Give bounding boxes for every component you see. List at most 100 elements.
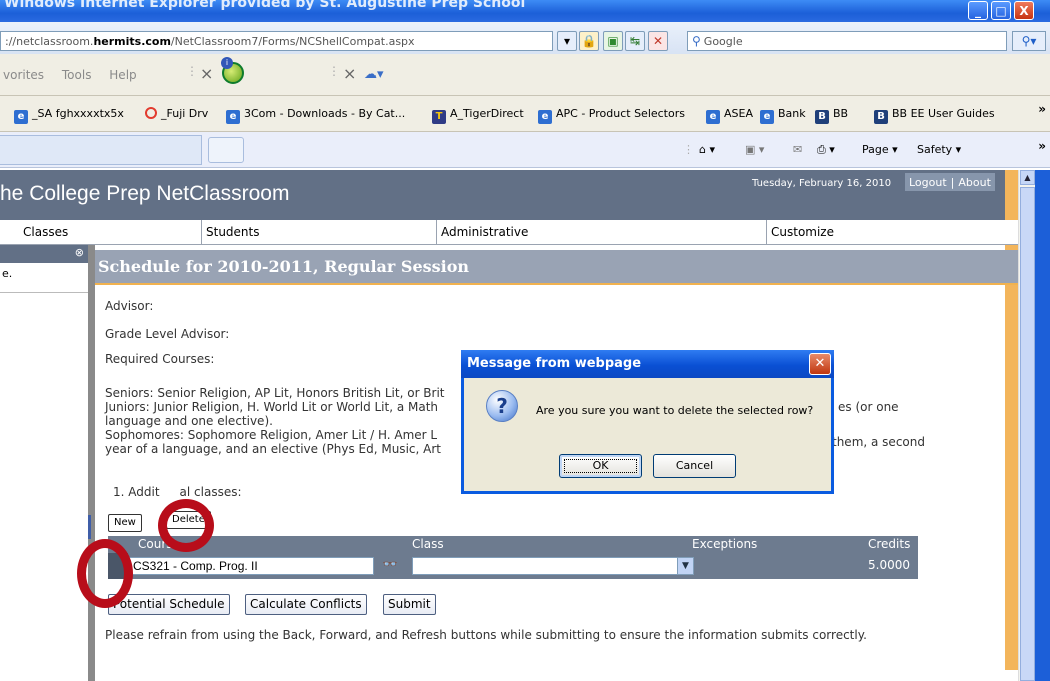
b-icon: B <box>874 110 888 124</box>
about-link[interactable]: About <box>958 176 991 189</box>
favorite-bb-ee[interactable]: B BB EE User Guides <box>874 107 995 124</box>
mail-icon[interactable]: ✉ <box>793 143 802 156</box>
additional-classes-label: 1. Addit al classes: <box>113 485 242 499</box>
favorite-tigerdirect[interactable]: T A_TigerDirect <box>432 107 524 124</box>
address-dropdown-icon[interactable]: ▾ <box>557 31 577 51</box>
address-toolbar: ://netclassroom.hermits.com/NetClassroom… <box>0 22 1050 54</box>
favorite-3com[interactable]: 3Com - Downloads - By Cat... <box>226 107 405 124</box>
course-input[interactable]: CS321 - Comp. Prog. II <box>128 557 374 575</box>
browser-tab[interactable] <box>0 135 202 165</box>
favorite-asea[interactable]: ASEA <box>706 107 753 124</box>
menu-bar: vorites Tools Help ⋮ × i ⋮ × ☁▾ <box>0 54 1050 96</box>
close-window-button[interactable]: X <box>1014 1 1034 20</box>
grade-advisor-label: Grade Level Advisor: <box>105 327 230 341</box>
calculate-conflicts-button[interactable]: Calculate Conflicts <box>245 594 367 615</box>
cancel-button[interactable]: Cancel <box>653 454 736 478</box>
tab-students[interactable]: Students <box>202 220 437 245</box>
seniors-requirements: Seniors: Senior Religion, AP Lit, Honors… <box>105 386 445 400</box>
search-input[interactable]: ⚲ Google <box>687 31 1007 51</box>
panel-divider[interactable] <box>88 245 95 681</box>
sophomores-requirements-cont: year of a language, and an elective (Phy… <box>105 442 441 456</box>
ring-icon <box>145 107 157 119</box>
page-header: he College Prep NetClassroom Tuesday, Fe… <box>0 170 1018 220</box>
left-panel: ⊗ e. <box>0 245 88 681</box>
new-row-button[interactable]: New <box>108 514 142 532</box>
juniors-requirements-cont: language and one elective). <box>105 414 273 428</box>
minimize-button[interactable]: _ <box>968 1 988 20</box>
current-date: Tuesday, February 16, 2010 <box>752 178 892 189</box>
address-bar[interactable]: ://netclassroom.hermits.com/NetClassroom… <box>0 31 553 51</box>
new-tab-button[interactable] <box>208 137 244 163</box>
tab-classes[interactable]: Classes <box>0 220 202 245</box>
question-icon: ? <box>486 390 518 422</box>
class-select[interactable]: ▼ <box>412 557 694 575</box>
dialog-title-bar: Message from webpage ✕ <box>461 350 834 378</box>
binoculars-icon[interactable]: 👓 <box>376 557 404 575</box>
left-panel-item[interactable]: e. <box>0 263 88 293</box>
favorites-bar: _SA fghxxxxtx5x _Fuji Drv 3Com - Downloa… <box>0 96 1050 132</box>
close-toolbar-icon[interactable]: × <box>343 64 356 83</box>
annotation-circle <box>158 499 214 552</box>
menu-tools[interactable]: Tools <box>62 68 92 82</box>
juniors-requirements: Juniors: Junior Religion, H. World Lit o… <box>105 400 439 414</box>
column-class: Class <box>412 537 444 551</box>
advisor-label: Advisor: <box>105 299 154 313</box>
close-icon: X <box>1019 4 1029 18</box>
search-button[interactable]: ⚲▾ <box>1012 31 1046 51</box>
browser-title-bar: Windows Internet Explorer provided by St… <box>0 0 1050 22</box>
ie-icon <box>760 110 774 124</box>
favorite-bb[interactable]: B BB <box>815 107 848 124</box>
favorite-sa[interactable]: _SA fghxxxxtx5x <box>14 107 124 124</box>
close-toolbar-icon[interactable]: × <box>200 64 213 83</box>
scroll-thumb[interactable] <box>1020 187 1035 681</box>
scroll-up-icon[interactable]: ▲ <box>1020 170 1035 185</box>
dialog-title: Message from webpage <box>467 356 642 371</box>
toolbar-separator: ⋮ <box>186 64 198 78</box>
splitter-handle[interactable] <box>88 515 91 539</box>
schedule-heading-bar: Schedule for 2010-2011, Regular Session <box>95 250 1018 285</box>
home-icon[interactable]: ⌂ ▾ <box>699 143 715 156</box>
favorite-fuji[interactable]: _Fuji Drv <box>145 107 208 120</box>
more-commands-icon[interactable]: » <box>1038 139 1046 153</box>
tab-customize[interactable]: Customize <box>767 220 1018 245</box>
cloud-icon[interactable]: ☁▾ <box>364 67 384 82</box>
confirm-dialog: Message from webpage ✕ ? Are you sure yo… <box>461 350 834 494</box>
compatibility-icon[interactable]: ▣ <box>603 31 623 51</box>
menu-help[interactable]: Help <box>109 68 136 82</box>
safety-menu[interactable]: Safety ▾ <box>917 143 961 156</box>
grid-header: Course Class Exceptions Credits <box>108 536 918 553</box>
more-favorites-icon[interactable]: » <box>1038 102 1046 116</box>
chevron-down-icon[interactable]: ▼ <box>677 558 693 574</box>
address-domain: hermits.com <box>93 35 171 48</box>
collapse-icon[interactable]: ⊗ <box>75 246 84 259</box>
search-placeholder: Google <box>703 35 743 48</box>
lock-icon[interactable]: 🔒 <box>579 31 599 51</box>
page-menu[interactable]: Page ▾ <box>862 143 898 156</box>
vertical-scrollbar[interactable]: ▲ <box>1018 170 1035 681</box>
favorite-apc[interactable]: APC - Product Selectors <box>538 107 685 124</box>
window-frame <box>1035 170 1050 681</box>
logout-link[interactable]: Logout <box>909 176 947 189</box>
potential-schedule-button[interactable]: Potential Schedule <box>108 594 230 615</box>
maximize-button[interactable]: □ <box>991 1 1011 20</box>
stop-icon[interactable]: ✕ <box>648 31 668 51</box>
header-links: Logout | About <box>905 173 995 191</box>
submit-button[interactable]: Submit <box>383 594 436 615</box>
addon-icon[interactable]: i <box>221 57 244 84</box>
ok-button[interactable]: OK <box>559 454 642 478</box>
column-exceptions: Exceptions <box>692 537 758 551</box>
menu-favorites[interactable]: vorites <box>3 68 44 82</box>
ie-icon <box>538 110 552 124</box>
refresh-icon[interactable]: ↹ <box>625 31 645 51</box>
submit-warning: Please refrain from using the Back, Forw… <box>105 628 867 642</box>
table-row: CS321 - Comp. Prog. II 👓 ▼ 5.0000 <box>108 553 918 579</box>
print-icon[interactable]: ⎙ ▾ <box>817 143 835 157</box>
info-badge-icon: i <box>221 57 233 69</box>
minimize-icon: _ <box>975 4 981 18</box>
close-icon[interactable]: ✕ <box>809 353 831 375</box>
favorite-bank[interactable]: Bank <box>760 107 806 124</box>
b-icon: B <box>815 110 829 124</box>
feeds-icon[interactable]: ▣ ▾ <box>745 143 764 156</box>
tab-administrative[interactable]: Administrative <box>437 220 767 245</box>
search-icon: ⚲ <box>692 34 701 48</box>
